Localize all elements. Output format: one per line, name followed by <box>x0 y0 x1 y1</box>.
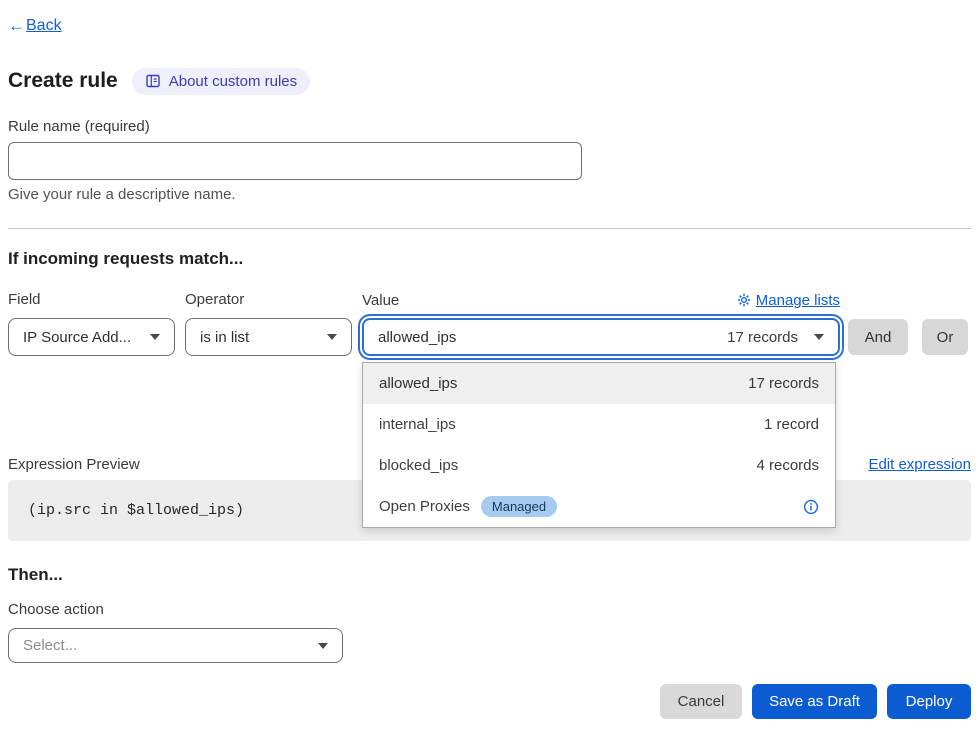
book-icon <box>145 73 161 89</box>
value-select[interactable]: allowed_ips 17 records allowed_ips 17 re… <box>362 318 840 356</box>
match-controls-labels: Field Operator Value Manage lis <box>8 291 971 309</box>
value-select-records: 17 records <box>727 329 798 346</box>
field-select-value: IP Source Add... <box>23 329 131 346</box>
about-custom-rules-link[interactable]: About custom rules <box>132 68 310 95</box>
rule-name-label: Rule name (required) <box>8 118 971 136</box>
chevron-down-icon <box>318 643 328 649</box>
manage-lists-link[interactable]: Manage lists <box>737 292 840 309</box>
field-label: Field <box>8 291 175 309</box>
and-button[interactable]: And <box>848 319 908 355</box>
list-option-name: Open Proxies <box>379 498 470 515</box>
save-as-draft-button[interactable]: Save as Draft <box>752 684 877 719</box>
list-option-blocked-ips[interactable]: blocked_ips 4 records <box>363 445 835 486</box>
match-section-heading: If incoming requests match... <box>8 249 971 270</box>
create-rule-page: ← Back Create rule About custom rules Ru… <box>0 0 979 739</box>
arrow-left-icon: ← <box>8 16 25 36</box>
chevron-down-icon <box>814 334 824 340</box>
section-divider <box>8 228 971 229</box>
value-label: Value <box>362 292 399 309</box>
value-select-name: allowed_ips <box>378 329 456 346</box>
back-link[interactable]: ← Back <box>8 16 62 36</box>
edit-expression-link[interactable]: Edit expression <box>868 456 971 473</box>
expression-code: (ip.src in $allowed_ips) <box>28 502 244 519</box>
page-header: Create rule About custom rules <box>8 66 971 96</box>
list-option-records: 1 record <box>764 416 819 433</box>
list-option-name: allowed_ips <box>379 375 457 392</box>
info-icon[interactable] <box>803 499 819 515</box>
operator-select[interactable]: is in list <box>185 318 352 356</box>
operator-select-value: is in list <box>200 329 249 346</box>
list-dropdown-menu: allowed_ips 17 records internal_ips 1 re… <box>362 362 836 528</box>
action-select[interactable]: Select... <box>8 628 343 663</box>
list-option-name: internal_ips <box>379 416 456 433</box>
field-select[interactable]: IP Source Add... <box>8 318 175 356</box>
expression-preview-label: Expression Preview <box>8 456 140 473</box>
list-option-internal-ips[interactable]: internal_ips 1 record <box>363 404 835 445</box>
deploy-button[interactable]: Deploy <box>887 684 971 719</box>
list-option-allowed-ips[interactable]: allowed_ips 17 records <box>363 363 835 404</box>
rule-name-input[interactable] <box>8 142 582 180</box>
chevron-down-icon <box>150 334 160 340</box>
list-option-open-proxies[interactable]: Open Proxies Managed <box>363 486 835 527</box>
chevron-down-icon <box>327 334 337 340</box>
managed-badge: Managed <box>481 496 557 518</box>
or-button[interactable]: Or <box>922 319 968 355</box>
footer-actions: Cancel Save as Draft Deploy <box>8 684 971 719</box>
cancel-button[interactable]: Cancel <box>660 684 742 719</box>
action-select-placeholder: Select... <box>23 637 77 654</box>
manage-lists-label: Manage lists <box>756 292 840 309</box>
operator-label: Operator <box>185 291 352 309</box>
list-option-records: 4 records <box>756 457 819 474</box>
list-option-records: 17 records <box>748 375 819 392</box>
choose-action-label: Choose action <box>8 601 971 619</box>
match-controls-row: IP Source Add... is in list allowed_ips … <box>8 318 971 356</box>
about-custom-rules-label: About custom rules <box>169 73 297 90</box>
page-title: Create rule <box>8 69 118 93</box>
back-link-label: Back <box>26 17 62 35</box>
gear-icon <box>737 293 751 307</box>
list-option-name: blocked_ips <box>379 457 458 474</box>
then-section-heading: Then... <box>8 565 971 585</box>
rule-name-helper: Give your rule a descriptive name. <box>8 186 971 204</box>
